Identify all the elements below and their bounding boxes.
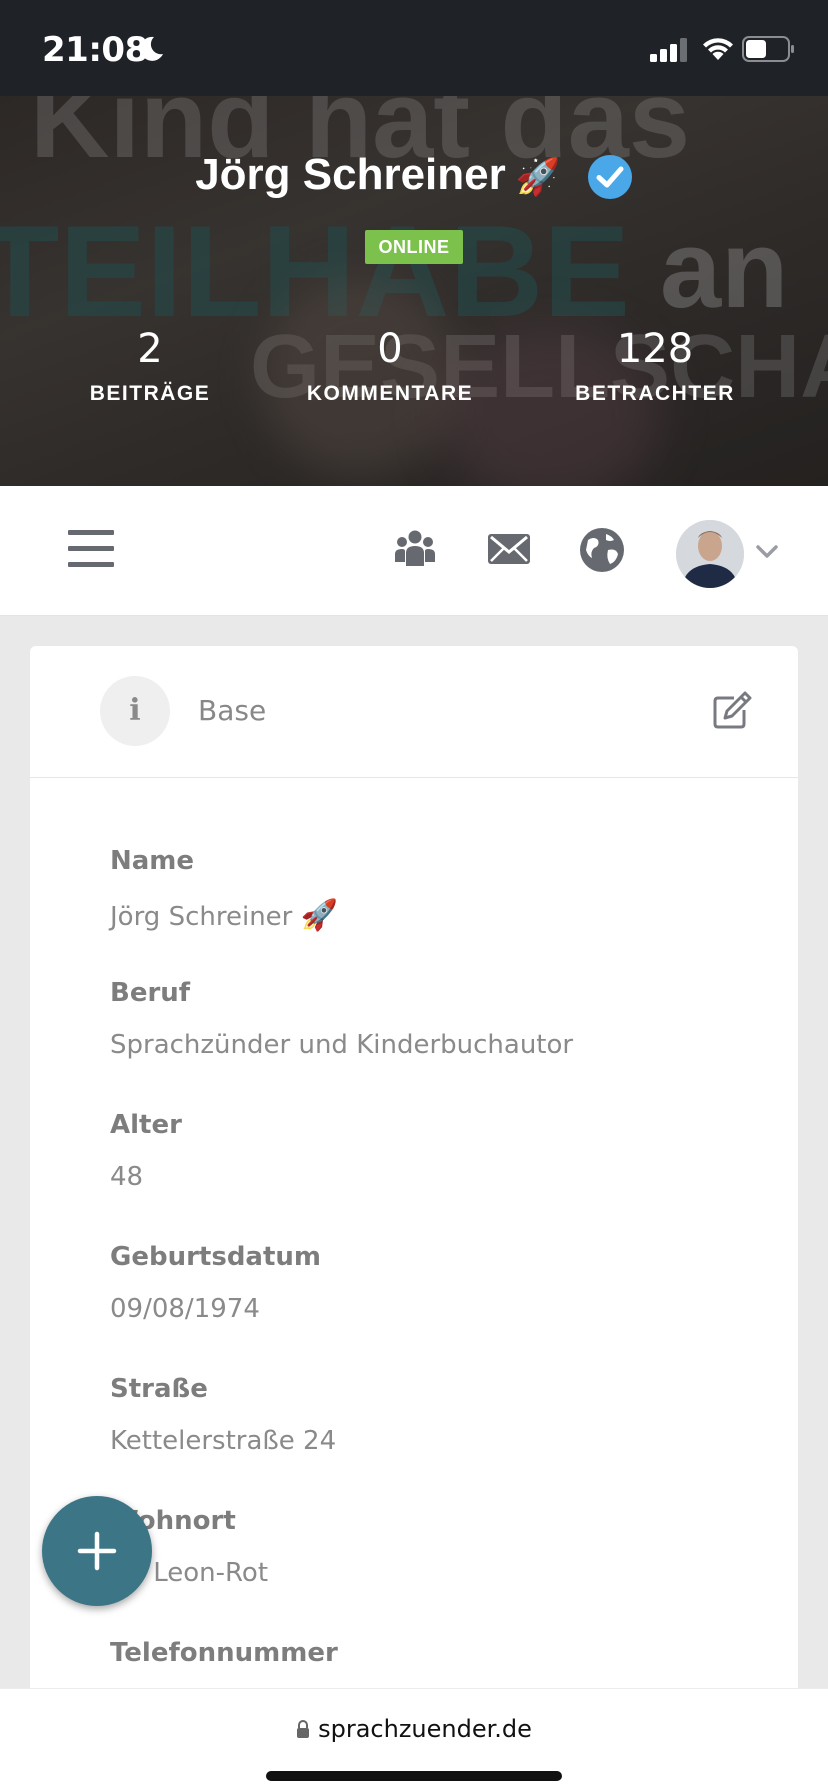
rocket-emoji: 🚀 [300, 898, 338, 933]
field-residence: Wohnort St. Leon-Rot [110, 1506, 573, 1638]
profile-fields: Name Jörg Schreiner 🚀 Beruf Sprachzünder… [110, 846, 573, 1770]
field-value: 48 [110, 1162, 144, 1192]
field-label: Alter [110, 1110, 182, 1140]
field-label: Straße [110, 1374, 208, 1404]
status-bar: 21:08 [0, 0, 828, 96]
stat-posts[interactable]: 2 BEITRÄGE [70, 326, 230, 406]
user-avatar[interactable] [676, 520, 744, 588]
field-name: Name Jörg Schreiner 🚀 [110, 846, 573, 978]
field-birthdate: Geburtsdatum 09/08/1974 [110, 1242, 573, 1374]
globe-icon[interactable] [578, 526, 626, 574]
url-text: sprachzuender.de [318, 1715, 532, 1743]
info-icon: i [100, 676, 170, 746]
lock-icon [297, 1720, 310, 1738]
wifi-icon [703, 38, 733, 60]
rocket-emoji: 🚀 [515, 156, 561, 198]
url-display[interactable]: sprachzuender.de [0, 1715, 828, 1743]
plus-icon [77, 1531, 117, 1571]
top-navbar [0, 486, 828, 616]
field-label: Name [110, 846, 195, 876]
field-value: Kettelerstraße 24 [110, 1426, 337, 1456]
stat-label: KOMMENTARE [306, 382, 474, 405]
field-label: Wohnort [110, 1506, 236, 1536]
add-fab-button[interactable] [42, 1496, 152, 1606]
profile-info-card: i Base Name Jörg Schreiner 🚀 Beruf Sprac… [30, 646, 798, 1792]
profile-name-row: Jörg Schreiner 🚀 [0, 150, 828, 200]
field-value: Sprachzünder und Kinderbuchautor [110, 1030, 574, 1060]
stat-comments[interactable]: 0 KOMMENTARE [290, 326, 490, 406]
stat-label: BEITRÄGE [89, 382, 211, 405]
menu-icon[interactable] [68, 530, 114, 570]
mail-icon[interactable] [486, 526, 532, 572]
profile-name: Jörg Schreiner [195, 150, 506, 199]
field-value: St. Leon-Rot [110, 1558, 269, 1588]
stat-value: 2 [137, 326, 163, 372]
field-value: 09/08/1974 [110, 1294, 260, 1324]
field-value-text: Jörg Schreiner [110, 902, 293, 932]
home-indicator[interactable] [266, 1771, 562, 1781]
signal-icon [650, 38, 687, 62]
avatar-image [676, 520, 744, 588]
battery-icon [742, 36, 794, 62]
stat-value: 128 [616, 326, 694, 372]
verified-check-icon [587, 155, 632, 200]
stat-value: 0 [377, 326, 403, 372]
field-label: Telefonnummer [110, 1638, 338, 1668]
field-label: Geburtsdatum [110, 1242, 322, 1272]
online-status-badge: ONLINE [365, 230, 463, 264]
field-street: Straße Kettelerstraße 24 [110, 1374, 573, 1506]
field-label: Beruf [110, 978, 191, 1008]
status-time: 21:08 [42, 30, 148, 70]
field-age: Alter 48 [110, 1110, 573, 1242]
groups-icon[interactable] [392, 526, 438, 572]
field-value: Jörg Schreiner 🚀 [110, 898, 573, 933]
card-title: Base [198, 694, 267, 727]
stat-label: BETRACHTER [575, 382, 735, 405]
moon-icon [140, 36, 163, 61]
browser-url-bar[interactable]: sprachzuender.de [0, 1688, 828, 1792]
card-header: i Base [30, 646, 798, 778]
edit-icon[interactable] [712, 690, 752, 730]
chevron-down-icon[interactable] [756, 544, 778, 560]
field-profession: Beruf Sprachzünder und Kinderbuchautor [110, 978, 573, 1110]
stat-viewers[interactable]: 128 BETRACHTER [560, 326, 750, 406]
profile-hero: Kind hat das TEILHABE an GESELLSCHAFT Jö… [0, 96, 828, 486]
